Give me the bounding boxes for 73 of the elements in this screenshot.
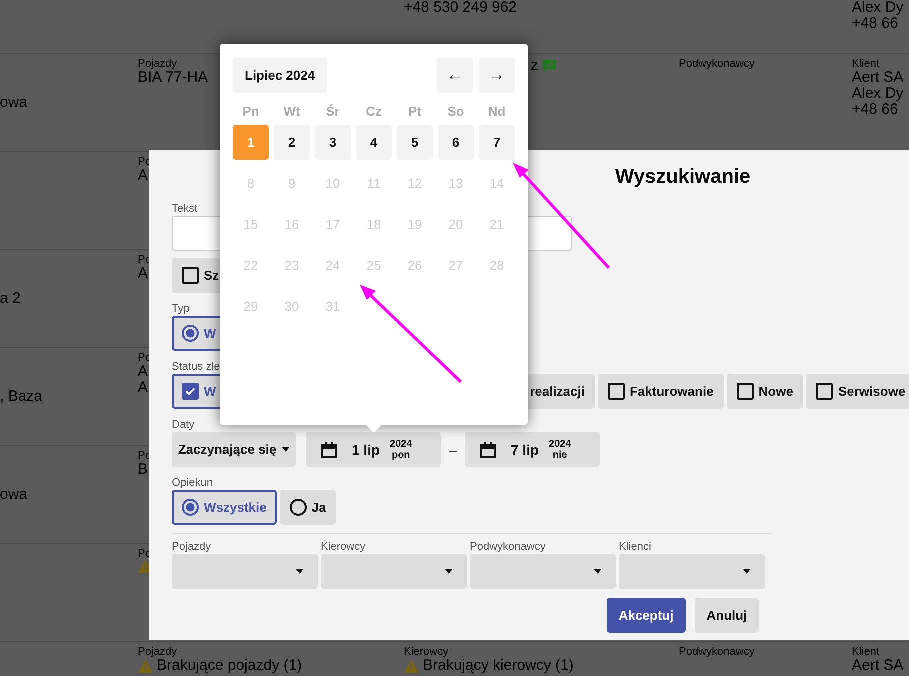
field-value: Aert SA	[852, 658, 904, 674]
weekday-label: Wt	[282, 103, 302, 121]
field-value: Aert SA	[852, 70, 904, 86]
field-label: Status zle	[172, 361, 220, 374]
weekday-label: Cz	[365, 103, 383, 121]
weekday-label: Śr	[325, 103, 341, 121]
caret-icon	[282, 447, 290, 452]
field-value: +48 66	[852, 16, 898, 32]
field-label: Daty	[172, 419, 195, 432]
calendar-day[interactable]: 4	[356, 125, 392, 160]
calendar-icon	[480, 442, 496, 458]
field-value: +48 530 249 962	[404, 0, 518, 16]
checkbox-option[interactable]: Fakturowanie	[598, 374, 724, 409]
field-value: A	[138, 364, 148, 380]
field-label: Kierowcy	[404, 646, 449, 658]
field-value: z	[531, 58, 538, 74]
field-label: Klienci	[619, 541, 652, 554]
field-label: Typ	[172, 303, 190, 316]
field-value: Brakujący kierowcy (1)	[423, 658, 574, 674]
previous-month-button[interactable]: ←	[437, 58, 473, 93]
field-label: Tekst	[172, 203, 198, 216]
radio-option[interactable]: Wszystkie	[172, 490, 277, 525]
date-mode-dropdown[interactable]: Zaczynające się	[172, 432, 296, 467]
field-value: +48 66	[852, 102, 898, 118]
field-label: Podwykonawcy	[679, 646, 755, 658]
calendar-day[interactable]: 5	[397, 125, 433, 160]
weekday-label: Pt	[408, 103, 422, 121]
field-value: A	[138, 168, 148, 184]
field-label: Podwykonawcy	[470, 541, 547, 554]
field-value: Brakujące pojazdy (1)	[157, 658, 302, 674]
range-separator: –	[448, 442, 458, 458]
calendar-icon	[321, 442, 337, 458]
field-value: BIA 77-HA	[138, 70, 208, 86]
weekday-label: So	[446, 103, 466, 121]
field-label: Podwykonawcy	[679, 58, 755, 70]
field-label: Opiekun	[172, 477, 213, 490]
field-value: A	[138, 380, 148, 396]
order-text: , Baza	[0, 388, 44, 405]
checkbox-option[interactable]: Serwisowe	[806, 374, 909, 409]
select-field[interactable]	[619, 554, 765, 589]
next-month-button[interactable]: →	[479, 58, 515, 93]
field-label: Kierowcy	[321, 541, 367, 554]
select-field[interactable]	[172, 554, 318, 589]
calendar-day[interactable]: 2	[274, 125, 310, 160]
order-text: owa	[0, 486, 29, 503]
order-text: a 2	[0, 290, 22, 307]
field-label: Pojazdy	[138, 58, 178, 70]
cancel-button[interactable]: Anuluj	[694, 598, 760, 633]
calendar-day[interactable]: 3	[315, 125, 351, 160]
field-label: Pojazdy	[172, 541, 212, 554]
field-value: Alex Dy	[852, 0, 904, 16]
caret-icon	[445, 569, 453, 574]
month-button[interactable]: Lipiec 2024	[233, 58, 328, 93]
checkbox-option[interactable]: Nowe	[726, 374, 804, 409]
weekday-label: Pn	[242, 103, 260, 121]
order-text: owa	[0, 94, 29, 111]
weekday-label: Nd	[487, 103, 507, 121]
select-field[interactable]	[321, 554, 467, 589]
field-label: Pojazdy	[138, 646, 178, 658]
field-value: B	[138, 462, 148, 478]
radio-option[interactable]: Ja	[280, 490, 336, 525]
caret-icon	[296, 569, 304, 574]
caret-icon	[743, 569, 751, 574]
dialog-title: Wyszukiwanie	[615, 165, 751, 190]
field-label: Klient	[852, 646, 880, 658]
field-value: Alex Dy	[852, 86, 904, 102]
caret-icon	[594, 569, 602, 574]
field-value: A	[138, 266, 148, 282]
select-field[interactable]	[470, 554, 616, 589]
field-label: Klient	[852, 58, 880, 70]
accept-button[interactable]: Akceptuj	[606, 598, 686, 633]
calendar-day[interactable]: 7	[479, 125, 515, 160]
calendar-day[interactable]: 6	[438, 125, 474, 160]
